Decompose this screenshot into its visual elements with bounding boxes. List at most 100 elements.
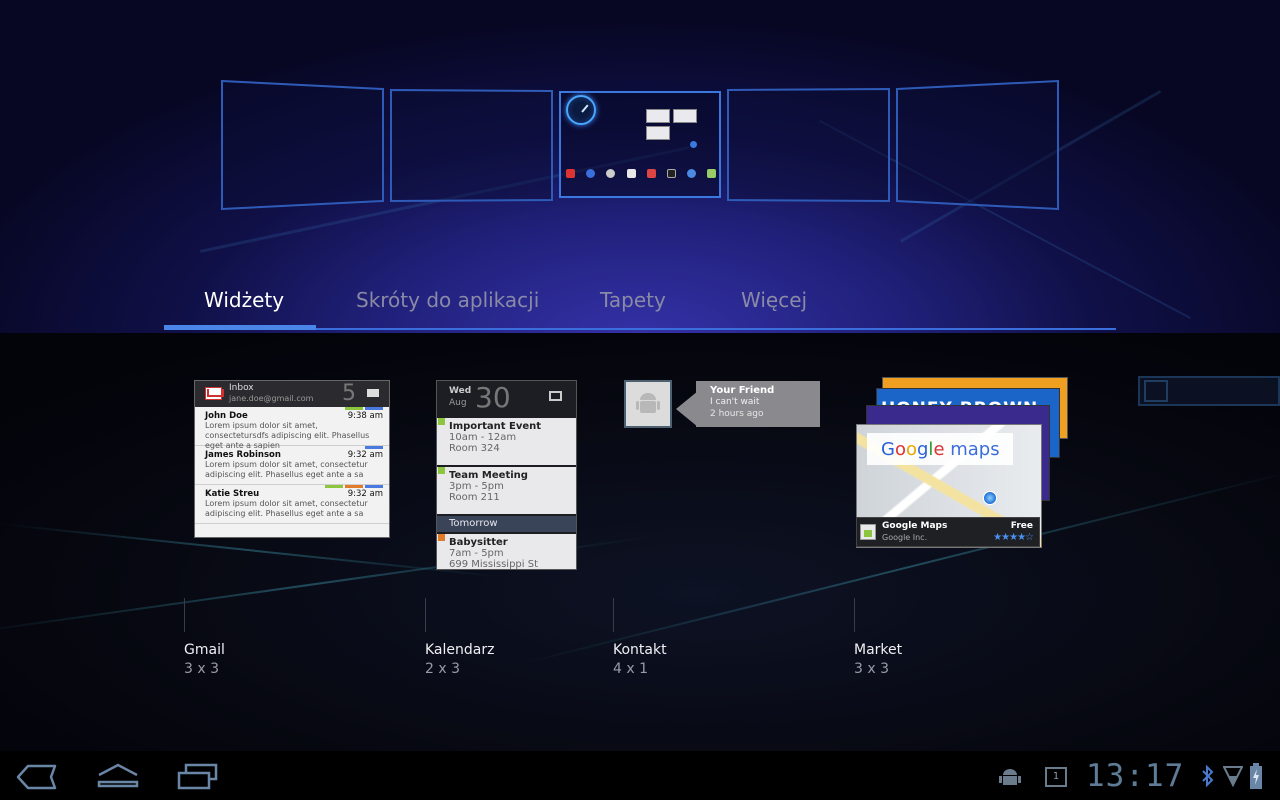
market-developer: Google Inc. <box>882 533 928 542</box>
event-color-marker <box>438 467 445 474</box>
market-app-name: Google Maps <box>882 521 948 531</box>
market-app-info-bar: Google Maps Google Inc. Free ★★★★☆ <box>856 517 1040 547</box>
rating-stars: ★★★★☆ <box>993 532 1034 543</box>
gmail-message-row: John Doe 9:38 am Lorem ipsum dolor sit a… <box>195 407 389 450</box>
event-place: Room 211 <box>449 492 500 503</box>
event-color-marker <box>438 418 445 425</box>
status-clock[interactable]: 13:17 <box>1086 758 1184 794</box>
widget-size-contact: 4 x 1 <box>613 661 648 677</box>
event-title: Babysitter <box>449 537 508 548</box>
calendar-date: 30 <box>475 381 511 414</box>
next-widget-icon <box>1144 380 1168 402</box>
mini-widget <box>646 109 670 123</box>
youtube-icon <box>647 169 656 178</box>
divider <box>184 598 185 632</box>
calendar-widget-preview[interactable]: Wed Aug 30 Important Event 10am - 12am R… <box>436 380 577 570</box>
calendar-event: Babysitter 7am - 5pm 699 Mississippi St <box>437 534 576 570</box>
compose-icon <box>367 389 379 397</box>
home-screens <box>0 0 1280 230</box>
label-tag <box>365 485 383 488</box>
contact-status-time: 2 hours ago <box>710 409 764 419</box>
widget-size-calendar: 2 x 3 <box>425 661 460 677</box>
calendar-weekday: Wed <box>449 386 472 396</box>
widget-name-calendar: Kalendarz <box>425 642 495 658</box>
event-title: Team Meeting <box>449 470 528 481</box>
notification-count-badge[interactable]: 1 <box>1045 767 1067 787</box>
tab-widgets[interactable]: Widżety <box>204 288 284 312</box>
home-screen-2[interactable] <box>390 88 553 203</box>
calendar-icon <box>627 169 636 178</box>
home-screen-4[interactable] <box>727 87 890 203</box>
customize-tabs: Widżety Skróty do aplikacji Tapety Więce… <box>164 270 1116 333</box>
divider <box>425 598 426 632</box>
contact-status-bubble[interactable]: Your Friend I can't wait 2 hours ago <box>696 381 820 427</box>
google-maps-logo: Google maps <box>867 433 1013 465</box>
home-screen-3-current[interactable] <box>559 91 721 198</box>
widget-name-gmail: Gmail <box>184 642 225 658</box>
tab-app-shortcuts[interactable]: Skróty do aplikacji <box>356 288 539 312</box>
home-screen-5[interactable] <box>896 79 1059 211</box>
market-bag-icon <box>860 524 876 540</box>
home-screen-1[interactable] <box>221 79 384 211</box>
event-time: 3pm - 5pm <box>449 481 504 492</box>
mini-widget <box>673 109 697 123</box>
widget-name-market: Market <box>854 642 903 658</box>
divider <box>854 598 855 632</box>
usb-debugging-icon[interactable] <box>998 766 1022 788</box>
contact-name: Your Friend <box>710 385 775 396</box>
back-button-icon[interactable] <box>16 763 58 791</box>
divider <box>613 598 614 632</box>
widget-name-contact: Kontakt <box>613 642 667 658</box>
label-tag <box>325 485 343 488</box>
contact-widget-preview[interactable] <box>624 380 672 428</box>
battery-charging-icon <box>1250 763 1262 789</box>
recent-apps-button-icon[interactable] <box>177 763 219 791</box>
message-time: 9:38 am <box>347 411 383 421</box>
gmail-widget-header: Inbox jane.doe@gmail.com 5 <box>195 381 389 407</box>
calendar-month: Aug <box>449 398 467 408</box>
tab-wallpapers[interactable]: Tapety <box>600 288 666 312</box>
tab-more[interactable]: Więcej <box>741 288 807 312</box>
music-icon <box>667 169 676 178</box>
widget-gallery: Inbox jane.doe@gmail.com 5 John Doe 9:38… <box>0 333 1280 751</box>
gmail-icon <box>566 169 575 178</box>
widget-size-gmail: 3 x 3 <box>184 661 219 677</box>
gmail-unread-count: 5 <box>342 381 356 406</box>
event-color-marker <box>438 534 445 541</box>
home-screen-preview-area: Widżety Skróty do aplikacji Tapety Więce… <box>0 0 1280 333</box>
event-place: 699 Mississippi St <box>449 559 538 570</box>
tomorrow-header: Tomorrow <box>437 516 576 532</box>
gmail-widget-preview[interactable]: Inbox jane.doe@gmail.com 5 John Doe 9:38… <box>194 380 390 538</box>
label-tag <box>365 407 383 410</box>
market-price: Free <box>1010 521 1033 531</box>
analog-clock-icon <box>566 95 596 125</box>
android-avatar-icon <box>636 393 660 413</box>
widget-size-market: 3 x 3 <box>854 661 889 677</box>
gmail-logo-icon <box>205 387 222 400</box>
event-title: Important Event <box>449 421 542 432</box>
label-tag <box>365 446 383 449</box>
calendar-event: Team Meeting 3pm - 5pm Room 211 <box>437 467 576 514</box>
contact-status: I can't wait <box>710 397 760 407</box>
maps-icon <box>606 169 615 178</box>
event-time: 10am - 12am <box>449 432 517 443</box>
selected-tab-indicator <box>164 325 316 330</box>
next-widget-preview[interactable] <box>1138 376 1280 406</box>
gmail-message-row: Katie Streu 9:32 am Lorem ipsum dolor si… <box>195 485 389 524</box>
label-tag <box>345 485 363 488</box>
gmail-account: jane.doe@gmail.com <box>229 394 314 403</box>
message-time: 9:32 am <box>347 489 383 499</box>
camera-icon <box>687 169 696 178</box>
home-button-icon[interactable] <box>96 762 140 790</box>
gmail-message-row: James Robinson 9:32 am Lorem ipsum dolor… <box>195 446 389 485</box>
bluetooth-icon <box>1202 765 1214 787</box>
calendar-event: Important Event 10am - 12am Room 324 <box>437 418 576 465</box>
wifi-signal-icon <box>1223 766 1243 787</box>
mini-widget <box>646 126 670 140</box>
mini-widget-dot <box>690 141 697 148</box>
message-time: 9:32 am <box>347 450 383 460</box>
label-tag <box>345 407 363 410</box>
contact-bubble-pointer <box>676 391 698 427</box>
market-icon <box>707 169 716 178</box>
add-event-icon <box>549 391 562 401</box>
